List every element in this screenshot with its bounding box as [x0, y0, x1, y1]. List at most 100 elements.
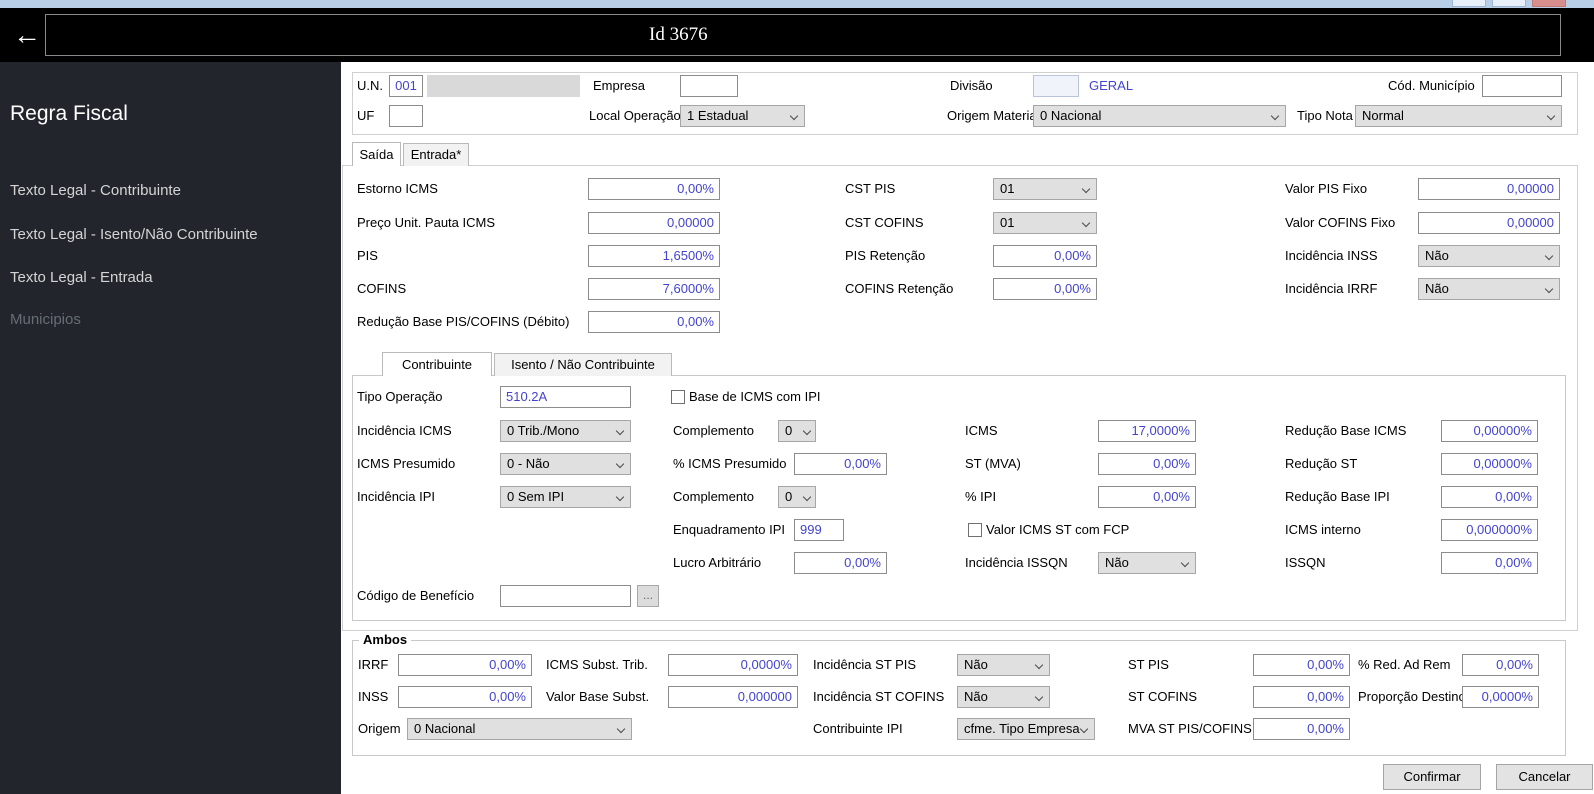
cofins-retencao-input[interactable]: 0,00%: [993, 278, 1097, 300]
chevron-down-icon: [615, 459, 625, 469]
st-pis-input[interactable]: 0,00%: [1253, 654, 1350, 676]
ambos-group-title: Ambos: [359, 632, 412, 647]
valor-pis-fixo-label: Valor PIS Fixo: [1285, 181, 1368, 196]
issqn-label: ISSQN: [1285, 555, 1326, 570]
incidencia-st-pis-select[interactable]: Não: [957, 654, 1050, 676]
icms-presumido-label: ICMS Presumido: [357, 456, 456, 471]
minimize-button[interactable]: [1452, 0, 1486, 7]
inss-input[interactable]: 0,00%: [398, 686, 532, 708]
chevron-down-icon: [1546, 111, 1556, 121]
valor-pis-fixo-input[interactable]: 0,00000: [1418, 178, 1560, 200]
estorno-icms-input[interactable]: 0,00%: [588, 178, 720, 200]
incidencia-icms-select[interactable]: 0 Trib./Mono: [500, 420, 631, 442]
cofins-input[interactable]: 7,6000%: [588, 278, 720, 300]
icms-interno-input[interactable]: 0,000000%: [1441, 519, 1538, 541]
pis-retencao-input[interactable]: 0,00%: [993, 245, 1097, 267]
valor-cofins-fixo-input[interactable]: 0,00000: [1418, 212, 1560, 234]
pct-ipi-input[interactable]: 0,00%: [1098, 486, 1196, 508]
sidebar-item-texto-legal-isento[interactable]: Texto Legal - Isento/Não Contribuinte: [10, 226, 258, 243]
chevron-down-icon: [615, 492, 625, 502]
icms-input[interactable]: 17,0000%: [1098, 420, 1196, 442]
close-button[interactable]: [1532, 0, 1566, 7]
valor-base-subst-input[interactable]: 0,000000: [668, 686, 798, 708]
empresa-input[interactable]: [680, 75, 738, 97]
incidencia-inss-select[interactable]: Não: [1418, 245, 1560, 267]
pis-input[interactable]: 1,6500%: [588, 245, 720, 267]
divisao-description: GERAL: [1089, 78, 1134, 93]
reducao-pis-cofins-input[interactable]: 0,00%: [588, 311, 720, 333]
pct-icms-presumido-input[interactable]: 0,00%: [794, 453, 887, 475]
tab-saida[interactable]: Saída: [352, 142, 401, 166]
preco-pauta-input[interactable]: 0,00000: [588, 212, 720, 234]
sidebar-item-texto-legal-entrada[interactable]: Texto Legal - Entrada: [10, 269, 153, 286]
base-icms-ipi-checkbox[interactable]: [671, 390, 685, 404]
chevron-down-icon: [1544, 284, 1554, 294]
origem-label: Origem: [358, 721, 401, 736]
sidebar-item-texto-legal-contribuinte[interactable]: Texto Legal - Contribuinte: [10, 182, 181, 199]
sidebar-item-municipios[interactable]: Municipios: [10, 311, 81, 328]
cst-pis-select[interactable]: 01: [993, 178, 1097, 200]
reducao-st-input[interactable]: 0,00000%: [1441, 453, 1538, 475]
mva-st-pis-cofins-input[interactable]: 0,00%: [1253, 718, 1350, 740]
back-arrow-icon[interactable]: ←: [10, 16, 44, 54]
un-label: U.N.: [357, 78, 383, 93]
tab-isento-nao-contribuinte[interactable]: Isento / Não Contribuinte: [494, 353, 672, 376]
preco-pauta-label: Preço Unit. Pauta ICMS: [357, 215, 495, 230]
complemento-icms-select[interactable]: 0: [778, 420, 816, 442]
icms-subst-trib-input[interactable]: 0,0000%: [668, 654, 798, 676]
maximize-button[interactable]: [1492, 0, 1526, 7]
contribuinte-ipi-label: Contribuinte IPI: [813, 721, 903, 736]
incidencia-inss-label: Incidência INSS: [1285, 248, 1378, 263]
cod-municipio-input[interactable]: [1482, 75, 1562, 97]
enquadramento-ipi-input[interactable]: 999: [794, 519, 844, 541]
incidencia-st-cofins-select[interactable]: Não: [957, 686, 1050, 708]
divisao-input[interactable]: [1033, 75, 1079, 97]
enquadramento-ipi-label: Enquadramento IPI: [673, 522, 786, 537]
tab-entrada[interactable]: Entrada*: [403, 143, 469, 166]
chevron-down-icon: [1544, 251, 1554, 261]
lucro-arbitrario-input[interactable]: 0,00%: [794, 552, 887, 574]
contribuinte-ipi-select[interactable]: cfme. Tipo Empresa: [957, 718, 1095, 740]
confirm-button[interactable]: Confirmar: [1383, 764, 1481, 790]
reducao-base-ipi-input[interactable]: 0,00%: [1441, 486, 1538, 508]
cancel-button[interactable]: Cancelar: [1496, 764, 1593, 790]
tipo-nota-select[interactable]: Normal: [1355, 105, 1562, 127]
cst-cofins-select[interactable]: 01: [993, 212, 1097, 234]
icms-presumido-select[interactable]: 0 - Não: [500, 453, 631, 475]
un-input[interactable]: 001: [389, 75, 423, 97]
issqn-input[interactable]: 0,00%: [1441, 552, 1538, 574]
tipo-operacao-input[interactable]: 510.2A: [500, 386, 631, 408]
chevron-down-icon: [1034, 692, 1044, 702]
chevron-down-icon: [802, 492, 812, 502]
chevron-down-icon: [616, 724, 626, 734]
origem-select[interactable]: 0 Nacional: [407, 718, 632, 740]
reducao-base-icms-input[interactable]: 0,00000%: [1441, 420, 1538, 442]
st-cofins-input[interactable]: 0,00%: [1253, 686, 1350, 708]
local-operacao-label: Local Operação: [589, 108, 681, 123]
codigo-beneficio-input[interactable]: [500, 585, 631, 607]
valor-icms-st-fcp-checkbox[interactable]: [968, 523, 982, 537]
pct-ipi-label: % IPI: [965, 489, 997, 504]
page-title: Regra Fiscal: [10, 102, 128, 125]
incidencia-irrf-select[interactable]: Não: [1418, 278, 1560, 300]
st-mva-input[interactable]: 0,00%: [1098, 453, 1196, 475]
origem-material-label: Origem Material: [947, 108, 1040, 123]
irrf-input[interactable]: 0,00%: [398, 654, 532, 676]
pct-icms-presumido-label: % ICMS Presumido: [673, 456, 787, 471]
complemento-ipi-select[interactable]: 0: [778, 486, 816, 508]
local-operacao-select[interactable]: 1 Estadual: [680, 105, 805, 127]
incidencia-st-pis-label: Incidência ST PIS: [813, 657, 917, 672]
incidencia-ipi-select[interactable]: 0 Sem IPI: [500, 486, 631, 508]
chevron-down-icon: [1034, 660, 1044, 670]
uf-input[interactable]: [389, 105, 423, 127]
proporcao-destino-input[interactable]: 0,0000%: [1462, 686, 1539, 708]
tipo-nota-label: Tipo Nota: [1297, 108, 1353, 123]
valor-icms-st-fcp-label: Valor ICMS ST com FCP: [986, 522, 1130, 537]
codigo-beneficio-browse-button[interactable]: ...: [637, 585, 659, 607]
origem-material-select[interactable]: 0 Nacional: [1033, 105, 1286, 127]
incidencia-issqn-select[interactable]: Não: [1098, 552, 1196, 574]
tab-contribuinte[interactable]: Contribuinte: [382, 352, 492, 376]
pct-red-ad-rem-input[interactable]: 0,00%: [1462, 654, 1539, 676]
chevron-down-icon: [789, 111, 799, 121]
cst-cofins-label: CST COFINS: [845, 215, 924, 230]
